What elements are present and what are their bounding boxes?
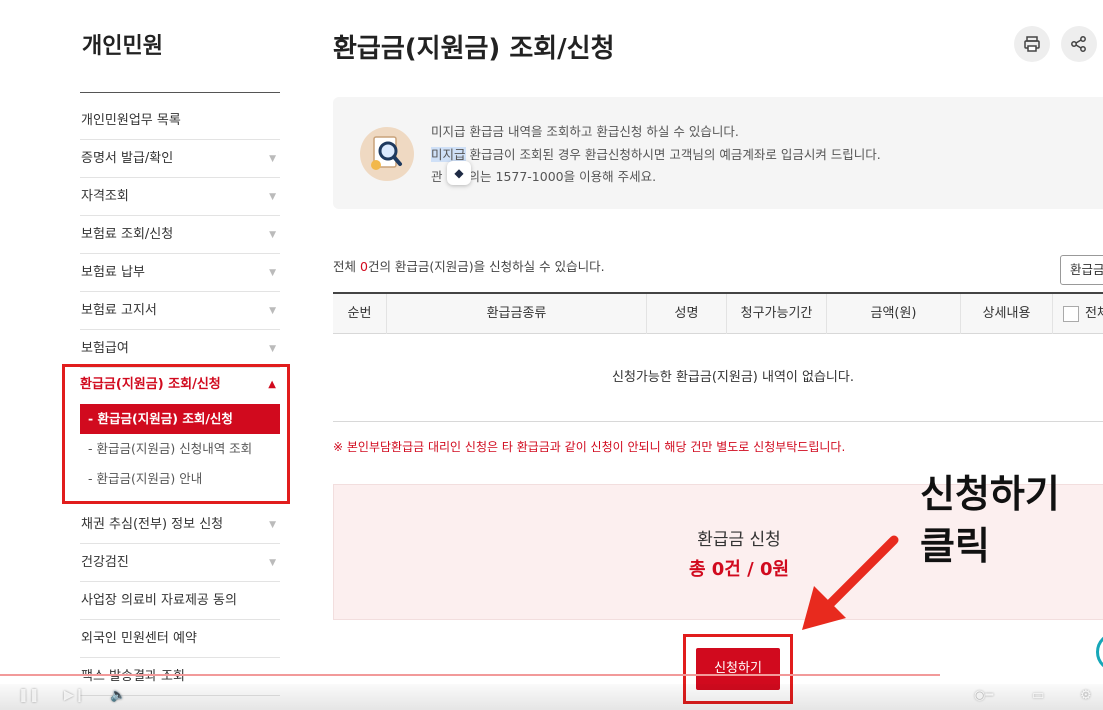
sidebar-item-label: 환급금(지원금) 조회/신청 [80, 377, 221, 392]
info-text-line1: 미지급 환급금 내역을 조회하고 환급신청 하실 수 있습니다. [431, 124, 739, 139]
sidebar-item-debt-collection[interactable]: 채권 추심(전부) 정보 신청 ▼ [80, 506, 280, 544]
volume-icon[interactable]: 🔈 [110, 688, 126, 703]
info-box: 미지급 환급금 내역을 조회하고 환급신청 하실 수 있습니다. 미지급 환급금… [333, 97, 1103, 209]
table-empty-message: 신청가능한 환급금(지원금) 내역이 없습니다. [333, 334, 1103, 422]
sidebar-item-premium-bill[interactable]: 보험료 고지서 ▼ [80, 292, 280, 330]
chevron-down-icon: ▼ [269, 230, 276, 240]
next-icon[interactable]: ▶❙ [64, 688, 85, 703]
sidebar-item-benefits[interactable]: 보험급여 ▼ [80, 330, 280, 368]
sidebar-item-certificate[interactable]: 증명서 발급/확인 ▼ [80, 140, 280, 178]
sidebar-item-label: 채권 추심(전부) 정보 신청 [81, 517, 224, 532]
info-text: 환급금이 조회된 경우 환급신청하시면 고객님의 예금계좌로 입금시켜 드립니다… [465, 147, 881, 162]
floating-button[interactable] [1096, 632, 1103, 672]
annotation-arrow-icon [802, 535, 899, 630]
result-count: 전체 0건의 환급금(지원금)을 신청하실 수 있습니다. [333, 256, 605, 275]
count-suffix: 건의 환급금(지원금)을 신청하실 수 있습니다. [367, 259, 605, 274]
chevron-down-icon: ▼ [269, 192, 276, 202]
sidebar-item-label: 개인민원업무 목록 [81, 113, 181, 128]
chevron-down-icon: ▼ [269, 520, 276, 530]
search-document-icon [360, 127, 414, 181]
sidebar-item-premium-inquiry[interactable]: 보험료 조회/신청 ▼ [80, 216, 280, 254]
sidebar-item-label: 보험료 고지서 [81, 303, 157, 318]
sidebar-item-label: 외국인 민원센터 예약 [81, 631, 197, 646]
sidebar-subitem-refund-inquiry[interactable]: - 환급금(지원금) 조회/신청 [80, 404, 280, 434]
sidebar-title: 개인민원 [82, 34, 163, 59]
sidebar-subitem-refund-history[interactable]: - 환급금(지원금) 신청내역 조회 [80, 434, 280, 464]
column-header: 청구가능기간 [727, 294, 827, 334]
column-header: 환급금종류 [387, 294, 647, 334]
sidebar-menu-bottom: 채권 추심(전부) 정보 신청 ▼ 건강검진 ▼ 사업장 의료비 자료제공 동의 외… [80, 506, 280, 696]
share-icon [1071, 36, 1086, 52]
count-prefix: 전체 [333, 259, 360, 274]
sidebar-item-premium-payment[interactable]: 보험료 납부 ▼ [80, 254, 280, 292]
chevron-down-icon: ▼ [269, 268, 276, 278]
column-header: 순번 [333, 294, 387, 334]
sidebar-menu-top: 개인민원업무 목록 증명서 발급/확인 ▼ 자격조회 ▼ 보험료 조회/신청 ▼ 보험… [80, 102, 280, 368]
select-all-label: 전체 [1085, 306, 1103, 321]
pause-icon[interactable]: ❚❚ [18, 688, 40, 703]
column-header: 상세내용 [961, 294, 1053, 334]
sidebar-subitem-refund-guide[interactable]: - 환급금(지원금) 안내 [80, 464, 280, 494]
sidebar-item-label: 증명서 발급/확인 [81, 151, 174, 166]
sidebar-item-checkup[interactable]: 건강검진 ▼ [80, 544, 280, 582]
settings-icon[interactable]: ⚙ [1080, 688, 1092, 703]
annotation-line1: 신청하기 [920, 472, 1060, 516]
sidebar-item-label: 보험료 납부 [81, 265, 145, 280]
chevron-down-icon: ▼ [269, 344, 276, 354]
table-header: 순번 환급금종류 성명 청구가능기간 금액(원) 상세내용 전체 [333, 292, 1103, 334]
chevron-down-icon: ▼ [269, 154, 276, 164]
sidebar-item-foreigner-center[interactable]: 외국인 민원센터 예약 [80, 620, 280, 658]
sidebar-item-label: 보험급여 [81, 341, 129, 356]
select-all-checkbox[interactable] [1063, 306, 1079, 322]
sidebar-item-label: 자격조회 [81, 189, 129, 204]
chevron-down-icon: ▼ [269, 558, 276, 568]
video-progress-bar[interactable] [0, 674, 940, 676]
chevron-down-icon: ▼ [269, 306, 276, 316]
chevron-up-icon: ▲ [268, 379, 276, 390]
page-title: 환급금(지원금) 조회/신청 [333, 34, 615, 64]
extension-icon[interactable]: ◆ [447, 161, 471, 185]
video-controls [0, 684, 1103, 710]
sidebar-item-medical-consent[interactable]: 사업장 의료비 자료제공 동의 [80, 582, 280, 620]
annotation-line2: 클릭 [920, 524, 990, 568]
refund-action-button[interactable]: 환급금 [1060, 255, 1103, 285]
autoplay-toggle-icon[interactable]: ◉━ [974, 688, 993, 703]
sidebar-item-label: 사업장 의료비 자료제공 동의 [81, 593, 237, 608]
sidebar-item-eligibility[interactable]: 자격조회 ▼ [80, 178, 280, 216]
share-button[interactable] [1061, 26, 1097, 62]
sidebar-item-label: 건강검진 [81, 555, 129, 570]
annotation-text: 신청하기 클릭 [920, 468, 1060, 572]
column-header: 성명 [647, 294, 727, 334]
print-button[interactable] [1014, 26, 1050, 62]
notice-text: ※ 본인부담환급금 대리인 신청은 타 환급금과 같이 신청이 안되니 해당 건… [333, 440, 846, 454]
info-text-line2: 미지급 환급금이 조회된 경우 환급신청하시면 고객님의 예금계좌로 입금시켜 … [431, 144, 881, 163]
column-header: 금액(원) [827, 294, 961, 334]
info-highlight: 미지급 [431, 147, 466, 162]
info-text: 의는 1577-1000을 이용해 주세요. [468, 169, 657, 184]
sidebar-item-label: 보험료 조회/신청 [81, 227, 174, 242]
count-number: 0 [359, 259, 368, 274]
sidebar-divider [80, 92, 280, 93]
refund-table: 순번 환급금종류 성명 청구가능기간 금액(원) 상세내용 전체 신청가능한 환… [333, 292, 1103, 422]
info-text: 관 [431, 169, 443, 184]
sidebar-item-list[interactable]: 개인민원업무 목록 [80, 102, 280, 140]
sidebar-item-label: 팩스 발송결과 조회 [81, 669, 185, 684]
sidebar-item-refund[interactable]: 환급금(지원금) 조회/신청 ▲ [80, 367, 280, 403]
print-icon [1024, 36, 1040, 52]
subtitles-icon[interactable]: ▭ [1032, 688, 1044, 703]
